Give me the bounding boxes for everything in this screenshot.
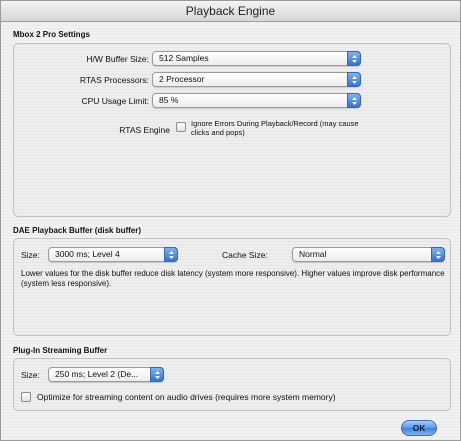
plugin-size-popup[interactable]: 250 ms; Level 2 (De... (48, 367, 164, 382)
hw-buffer-label: H/W Buffer Size: (86, 54, 149, 64)
rtas-processors-label: RTAS Processors: (79, 75, 149, 85)
popup-arrows-icon (347, 93, 361, 108)
ok-button[interactable]: OK (401, 420, 437, 436)
rtas-processors-popup[interactable]: 2 Processor (152, 72, 361, 87)
window-title: Playback Engine (1, 1, 460, 22)
dae-buffer-title: DAE Playback Buffer (disk buffer) (13, 226, 142, 235)
plugin-size-value: 250 ms; Level 2 (De... (55, 369, 139, 379)
dae-size-value: 3000 ms; Level 4 (55, 249, 120, 259)
ignore-errors-checkbox[interactable] (176, 122, 186, 132)
popup-arrows-icon (431, 247, 445, 262)
hw-buffer-size-popup[interactable]: 512 Samples (152, 51, 361, 66)
popup-arrows-icon (150, 367, 164, 382)
hw-buffer-value: 512 Samples (159, 53, 209, 63)
plugin-streaming-title: Plug-In Streaming Buffer (13, 346, 108, 355)
rtas-processors-value: 2 Processor (159, 74, 205, 84)
cpu-usage-limit-popup[interactable]: 85 % (152, 93, 361, 108)
cache-size-popup[interactable]: Normal (292, 247, 445, 262)
plugin-size-label: Size: (21, 370, 40, 380)
optimize-streaming-label: Optimize for streaming content on audio … (37, 392, 336, 402)
cpu-usage-value: 85 % (159, 95, 179, 105)
plugin-streaming-group (13, 358, 451, 411)
dae-size-label: Size: (21, 250, 40, 260)
cache-size-value: Normal (299, 249, 327, 259)
dae-buffer-description: Lower values for the disk buffer reduce … (21, 269, 445, 288)
popup-arrows-icon (164, 247, 178, 262)
ignore-errors-label: Ignore Errors During Playback/Record (ma… (191, 119, 359, 137)
rtas-engine-label: RTAS Engine (119, 125, 170, 135)
mbox-settings-title: Mbox 2 Pro Settings (13, 30, 90, 39)
optimize-streaming-checkbox[interactable] (21, 392, 31, 402)
dae-size-popup[interactable]: 3000 ms; Level 4 (48, 247, 178, 262)
playback-engine-window: Playback Engine Mbox 2 Pro Settings H/W … (0, 0, 461, 441)
popup-arrows-icon (347, 51, 361, 66)
popup-arrows-icon (347, 72, 361, 87)
cache-size-label: Cache Size: (222, 250, 268, 260)
cpu-usage-label: CPU Usage Limit: (81, 96, 149, 106)
